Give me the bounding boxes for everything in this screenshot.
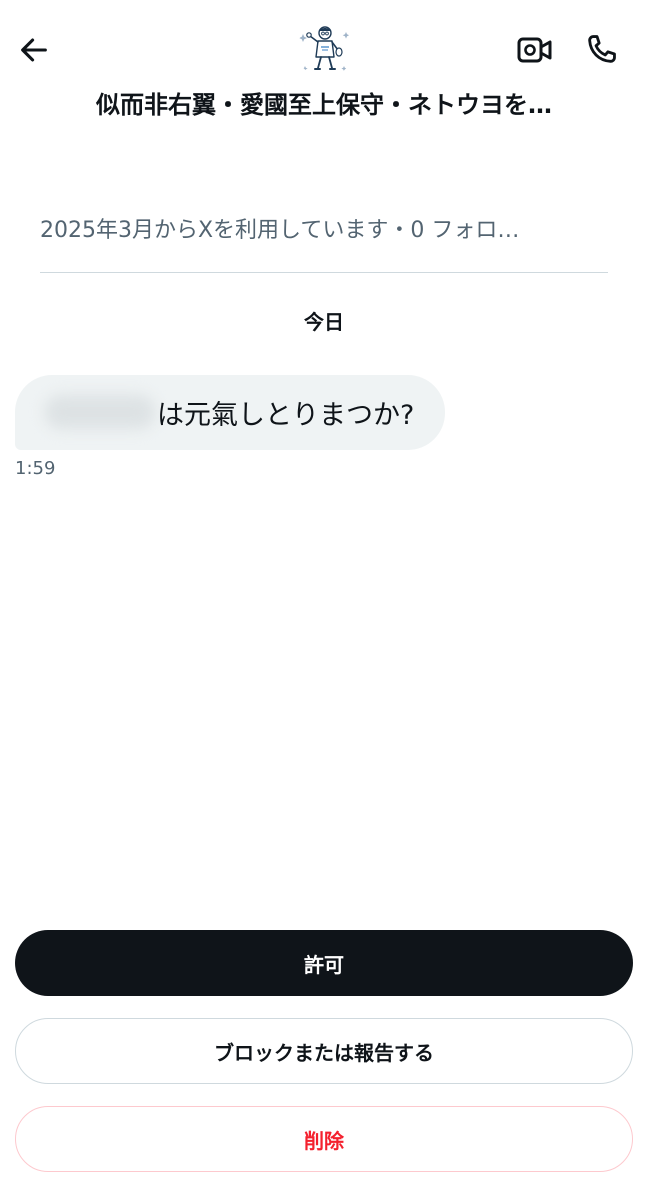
phone-icon [588,35,616,63]
back-button[interactable] [14,30,54,70]
profile-info[interactable]: 2025年3月からXを利用しています・0 フォロ… [40,212,608,244]
arrow-left-icon [21,38,47,62]
cartoon-person-avatar [299,26,350,72]
allow-button[interactable]: 許可 [15,930,633,996]
delete-button[interactable]: 削除 [15,1106,633,1172]
block-or-report-button[interactable]: ブロックまたは報告する [15,1018,633,1084]
voice-call-button[interactable] [580,30,622,70]
video-call-button[interactable] [514,30,556,70]
redacted-name [45,395,155,429]
avatar[interactable] [297,22,353,78]
date-separator: 今日 [304,310,344,334]
display-name[interactable]: 似而非右翼・愛國至上保守・ネトウヨを… [40,85,608,120]
message-text: は元氣しとりまつか? [157,400,415,431]
message-bubble[interactable]: は元氣しとりまつか? [15,375,445,450]
video-camera-icon [517,37,552,63]
divider [40,272,608,273]
conversation-header: 似而非右翼・愛國至上保守・ネトウヨを… [0,0,648,130]
message-timestamp: 1:59 [15,458,56,479]
